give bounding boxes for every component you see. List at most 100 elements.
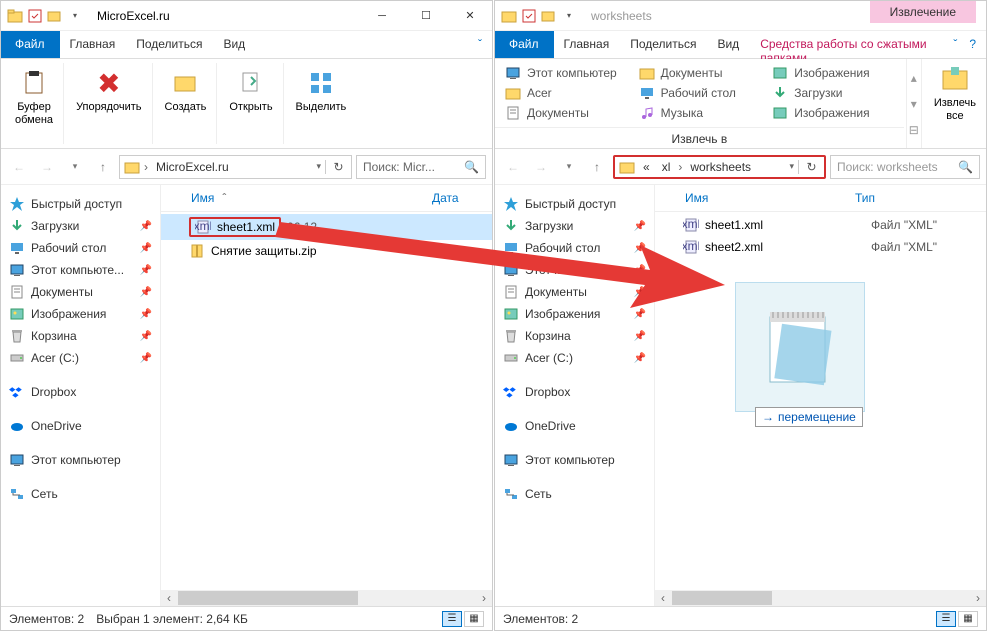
create-button[interactable]: Создать <box>161 65 211 116</box>
sidebar-item-acer-c-[interactable]: Acer (C:)📌 <box>5 347 156 369</box>
back-button[interactable]: ← <box>501 155 525 179</box>
scrollbar-horizontal[interactable]: ‹ › <box>161 590 492 606</box>
breadcrumb-worksheets[interactable]: worksheets <box>686 160 755 174</box>
scroll-up-icon[interactable]: ▴ <box>907 71 921 85</box>
tab-home[interactable]: Главная <box>60 31 127 58</box>
sidebar-item-изображения[interactable]: Изображения📌 <box>5 303 156 325</box>
sidebar-item-документы[interactable]: Документы📌 <box>5 281 156 303</box>
column-name[interactable]: Имя <box>655 191 855 205</box>
breadcrumb-xl[interactable]: xl <box>658 160 675 174</box>
history-dropdown[interactable]: ▾ <box>557 155 581 179</box>
sidebar-item-этот-компьютер[interactable]: Этот компьютер <box>5 449 156 471</box>
extract-target-acer[interactable]: Acer <box>505 85 627 101</box>
address-bar[interactable]: « xl › worksheets ▾ ↻ <box>613 155 826 179</box>
column-date[interactable]: Дата <box>432 191 492 205</box>
file-row[interactable]: xmlsheet1.xmlФайл "XML" <box>655 214 986 236</box>
sidebar-item-сеть[interactable]: Сеть <box>5 483 156 505</box>
file-row[interactable]: xmlsheet2.xmlФайл "XML" <box>655 236 986 258</box>
scroll-left-button[interactable]: ‹ <box>161 590 177 606</box>
sidebar-item-этот-компьютер[interactable]: Этот компьютер📌 <box>499 259 650 281</box>
icons-view-button[interactable]: ▦ <box>464 611 484 627</box>
tab-view[interactable]: Вид <box>707 31 750 58</box>
sidebar-item-быстрый-доступ[interactable]: Быстрый доступ <box>5 193 156 215</box>
select-button[interactable]: Выделить <box>292 65 351 116</box>
close-button[interactable]: ✕ <box>448 1 492 31</box>
titlebar[interactable]: ▾ worksheets Извлечение ─ ☐ ✕ <box>495 1 986 31</box>
scroll-thumb[interactable] <box>672 591 772 605</box>
back-button[interactable]: ← <box>7 155 31 179</box>
breadcrumb-overflow[interactable]: « <box>639 160 654 174</box>
column-name[interactable]: Имяˆ <box>161 191 432 205</box>
organize-button[interactable]: ✖Упорядочить <box>72 65 145 116</box>
tab-file[interactable]: Файл <box>1 31 60 58</box>
scrollbar-horizontal[interactable]: ‹ › <box>655 590 986 606</box>
up-button[interactable]: ↑ <box>585 155 609 179</box>
sidebar-item-dropbox[interactable]: Dropbox <box>499 381 650 403</box>
extract-target-рабочий-стол[interactable]: Рабочий стол <box>639 85 761 101</box>
properties-icon[interactable] <box>27 8 43 24</box>
maximize-button[interactable]: ☐ <box>404 1 448 31</box>
sidebar-item-acer-c-[interactable]: Acer (C:)📌 <box>499 347 650 369</box>
file-row[interactable]: Снятие защиты.zip06.12. <box>161 240 492 262</box>
file-list[interactable]: xmlsheet1.xml06.12.Снятие защиты.zip06.1… <box>161 212 492 590</box>
extract-target-документы[interactable]: Документы <box>639 65 761 81</box>
ribbon-collapse-icon[interactable]: ˇ <box>468 31 492 58</box>
address-bar[interactable]: › MicroExcel.ru ▾ ↻ <box>119 155 352 179</box>
sidebar-item-корзина[interactable]: Корзина📌 <box>499 325 650 347</box>
dropdown-icon[interactable]: ▾ <box>561 8 577 24</box>
tab-home[interactable]: Главная <box>554 31 621 58</box>
details-view-button[interactable]: ☰ <box>936 611 956 627</box>
tab-share[interactable]: Поделиться <box>126 31 213 58</box>
scroll-thumb[interactable] <box>178 591 358 605</box>
details-view-button[interactable]: ☰ <box>442 611 462 627</box>
scroll-right-button[interactable]: › <box>476 590 492 606</box>
new-folder-icon[interactable] <box>47 8 63 24</box>
sidebar-item-загрузки[interactable]: Загрузки📌 <box>499 215 650 237</box>
breadcrumb[interactable]: MicroExcel.ru <box>152 160 233 174</box>
dropdown-icon[interactable]: ▾ <box>67 8 83 24</box>
sidebar-item-изображения[interactable]: Изображения📌 <box>499 303 650 325</box>
file-row[interactable]: xmlsheet1.xml06.12. <box>161 214 492 240</box>
minimize-button[interactable]: ─ <box>360 1 404 31</box>
sidebar-item-быстрый-доступ[interactable]: Быстрый доступ <box>499 193 650 215</box>
new-folder-icon[interactable] <box>541 8 557 24</box>
forward-button[interactable]: → <box>35 155 59 179</box>
ribbon-collapse-icon[interactable]: ˇ <box>943 31 967 58</box>
up-button[interactable]: ↑ <box>91 155 115 179</box>
sidebar-item-корзина[interactable]: Корзина📌 <box>5 325 156 347</box>
help-button[interactable]: ? <box>967 31 986 58</box>
sidebar-item-сеть[interactable]: Сеть <box>499 483 650 505</box>
clipboard-button[interactable]: Буфер обмена <box>11 65 57 129</box>
tab-compressed-tools[interactable]: Средства работы со сжатыми папками <box>750 31 943 58</box>
open-button[interactable]: Открыть <box>225 65 276 116</box>
sidebar-item-onedrive[interactable]: OneDrive <box>5 415 156 437</box>
extract-target-документы[interactable]: Документы <box>505 105 627 121</box>
tab-share[interactable]: Поделиться <box>620 31 707 58</box>
sidebar-item-этот-компьютер[interactable]: Этот компьюте...📌 <box>5 259 156 281</box>
file-list[interactable]: xmlsheet1.xmlФайл "XML"xmlsheet2.xmlФайл… <box>655 212 986 590</box>
sidebar-item-документы[interactable]: Документы📌 <box>499 281 650 303</box>
scroll-down-icon[interactable]: ▾ <box>907 97 921 111</box>
column-type[interactable]: Тип <box>855 191 955 205</box>
sidebar-item-dropbox[interactable]: Dropbox <box>5 381 156 403</box>
sidebar-item-рабочий-стол[interactable]: Рабочий стол📌 <box>5 237 156 259</box>
extract-target-изображения[interactable]: Изображения <box>772 105 894 121</box>
refresh-button[interactable]: ↻ <box>798 160 820 174</box>
forward-button[interactable]: → <box>529 155 553 179</box>
sidebar-item-загрузки[interactable]: Загрузки📌 <box>5 215 156 237</box>
extract-target-этот-компьютер[interactable]: Этот компьютер <box>505 65 627 81</box>
more-icon[interactable]: ⊟ <box>907 123 921 137</box>
drop-target-notepad[interactable] <box>735 282 865 412</box>
properties-icon[interactable] <box>521 8 537 24</box>
titlebar[interactable]: ▾ MicroExcel.ru ─ ☐ ✕ <box>1 1 492 31</box>
sidebar-item-этот-компьютер[interactable]: Этот компьютер <box>499 449 650 471</box>
search-input[interactable]: Поиск: worksheets 🔍 <box>830 155 980 179</box>
sidebar-item-рабочий-стол[interactable]: Рабочий стол📌 <box>499 237 650 259</box>
extract-target-изображения[interactable]: Изображения <box>772 65 894 81</box>
extract-target-загрузки[interactable]: Загрузки <box>772 85 894 101</box>
sidebar-item-onedrive[interactable]: OneDrive <box>499 415 650 437</box>
extract-all-button[interactable]: Извлечь все <box>930 61 980 125</box>
tab-view[interactable]: Вид <box>213 31 256 58</box>
tab-file[interactable]: Файл <box>495 31 554 58</box>
icons-view-button[interactable]: ▦ <box>958 611 978 627</box>
